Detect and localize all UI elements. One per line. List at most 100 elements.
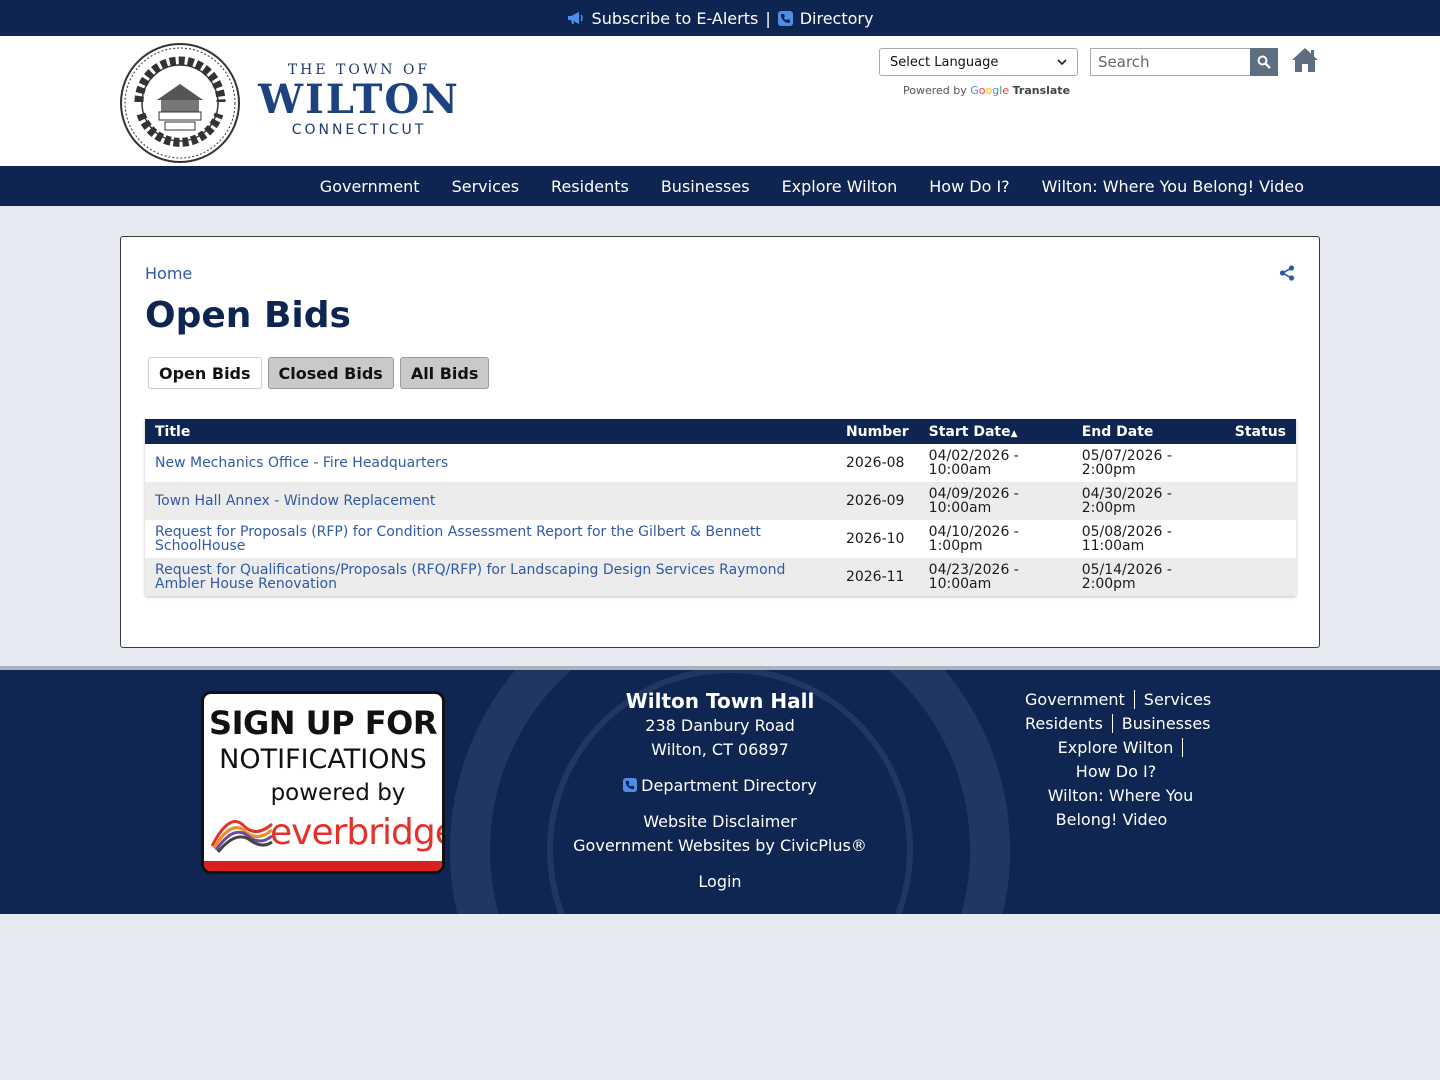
nav-residents[interactable]: Residents bbox=[535, 177, 645, 196]
footer-contact: Wilton Town Hall 238 Danbury Road Wilton… bbox=[560, 688, 880, 894]
footer-link-services[interactable]: Services bbox=[1135, 690, 1220, 709]
badge-line-2: NOTIFICATIONS bbox=[219, 744, 427, 775]
tab-closed-bids[interactable]: Closed Bids bbox=[267, 357, 394, 389]
footer-quick-links: Government Services Residents Businesses E… bbox=[1016, 688, 1216, 832]
bid-number: 2026-11 bbox=[845, 569, 905, 585]
col-number-header[interactable]: Number bbox=[836, 419, 919, 444]
bid-end-date: 05/08/2026 - 11:00am bbox=[1081, 524, 1172, 554]
login-link[interactable]: Login bbox=[698, 872, 741, 891]
language-select-value: Select Language bbox=[890, 54, 999, 70]
website-disclaimer-link[interactable]: Website Disclaimer bbox=[643, 812, 796, 831]
translate-label: Translate bbox=[1012, 84, 1071, 97]
site-footer: SIGN UP FOR NOTIFICATIONS powered by eve… bbox=[0, 670, 1440, 914]
nav-where-you-belong-video[interactable]: Wilton: Where You Belong! Video bbox=[1026, 177, 1320, 196]
town-seal-logo[interactable] bbox=[119, 42, 241, 164]
search-icon bbox=[1257, 55, 1271, 69]
badge-line-1: SIGN UP FOR bbox=[209, 704, 437, 742]
everbridge-wordmark: everbridge bbox=[270, 812, 445, 853]
search-button[interactable] bbox=[1250, 48, 1278, 76]
bid-number: 2026-08 bbox=[845, 455, 905, 471]
bid-end-date: 05/07/2026 - 2:00pm bbox=[1081, 448, 1172, 478]
table-row: Town Hall Annex - Window Replacement 202… bbox=[145, 482, 1296, 520]
civicplus-link[interactable]: Government Websites by CivicPlus® bbox=[573, 836, 867, 855]
bid-status bbox=[1225, 520, 1296, 558]
site-header: THE TOWN OF WILTON CONNECTICUT Select La… bbox=[0, 36, 1440, 166]
search-input[interactable]: Search bbox=[1090, 48, 1250, 76]
megaphone-icon bbox=[567, 12, 583, 24]
powered-by-label: Powered by bbox=[903, 84, 967, 97]
wordmark-main: WILTON bbox=[258, 76, 460, 123]
col-start-date-header[interactable]: Start Date▲ bbox=[919, 419, 1072, 444]
start-date-label: Start Date bbox=[928, 423, 1011, 440]
content-panel: Home Open Bids Open Bids Closed Bids All… bbox=[120, 236, 1320, 648]
footer-link-how-do-i[interactable]: How Do I? bbox=[1067, 762, 1165, 781]
bid-start-date: 04/23/2026 - 10:00am bbox=[928, 562, 1019, 592]
bid-start-date: 04/02/2026 - 10:00am bbox=[928, 448, 1019, 478]
bid-end-date: 05/14/2026 - 2:00pm bbox=[1081, 562, 1172, 592]
bid-number: 2026-09 bbox=[845, 493, 905, 509]
bid-title-link[interactable]: Request for Qualifications/Proposals (RF… bbox=[155, 562, 785, 592]
department-directory-link[interactable]: Department Directory bbox=[623, 776, 817, 795]
department-directory-label: Department Directory bbox=[641, 776, 817, 795]
nav-businesses[interactable]: Businesses bbox=[645, 177, 766, 196]
nav-government[interactable]: Government bbox=[304, 177, 436, 196]
bid-status bbox=[1225, 444, 1296, 482]
everbridge-swoosh-icon bbox=[210, 820, 273, 853]
badge-line-3: powered by bbox=[270, 780, 406, 806]
bid-number: 2026-10 bbox=[845, 531, 905, 547]
address-line-1: 238 Danbury Road bbox=[645, 716, 795, 735]
footer-link-government[interactable]: Government bbox=[1016, 690, 1135, 709]
footer-link-businesses[interactable]: Businesses bbox=[1113, 714, 1220, 733]
table-header-row: Title Number Start Date▲ End Date Status bbox=[145, 419, 1296, 444]
address-line-2: Wilton, CT 06897 bbox=[651, 740, 789, 759]
bids-table: Title Number Start Date▲ End Date Status… bbox=[145, 419, 1296, 596]
chevron-down-icon bbox=[1057, 59, 1067, 65]
directory-label: Directory bbox=[799, 8, 874, 28]
search-placeholder: Search bbox=[1098, 53, 1150, 71]
sort-ascending-icon: ▲ bbox=[1010, 428, 1018, 439]
town-wordmark[interactable]: THE TOWN OF WILTON CONNECTICUT bbox=[248, 62, 470, 138]
phone-icon bbox=[777, 10, 793, 26]
nav-how-do-i[interactable]: How Do I? bbox=[913, 177, 1025, 196]
nav-services[interactable]: Services bbox=[436, 177, 535, 196]
bid-title-link[interactable]: Town Hall Annex - Window Replacement bbox=[155, 493, 435, 509]
subscribe-alerts-label: Subscribe to E-Alerts bbox=[591, 8, 759, 28]
subscribe-alerts-link[interactable]: Subscribe to E-Alerts bbox=[567, 8, 759, 28]
home-icon[interactable] bbox=[1290, 46, 1320, 74]
bid-status bbox=[1225, 558, 1296, 596]
bid-title-link[interactable]: New Mechanics Office - Fire Headquarters bbox=[155, 455, 448, 471]
main-navigation: Government Services Residents Businesses… bbox=[0, 166, 1440, 206]
top-utility-bar: Subscribe to E-Alerts | Directory bbox=[0, 0, 1440, 36]
footer-link-explore-wilton[interactable]: Explore Wilton bbox=[1048, 738, 1184, 757]
page-title: Open Bids bbox=[145, 295, 351, 336]
everbridge-signup-badge[interactable]: SIGN UP FOR NOTIFICATIONS powered by eve… bbox=[201, 691, 445, 874]
topbar-separator: | bbox=[765, 8, 771, 28]
col-status-header[interactable]: Status bbox=[1225, 419, 1296, 444]
language-select[interactable]: Select Language bbox=[879, 48, 1078, 76]
table-row: Request for Proposals (RFP) for Conditio… bbox=[145, 520, 1296, 558]
bid-start-date: 04/10/2026 - 1:00pm bbox=[928, 524, 1019, 554]
bid-filter-tabs: Open Bids Closed Bids All Bids bbox=[148, 357, 490, 389]
col-title-header[interactable]: Title bbox=[145, 419, 836, 444]
table-row: New Mechanics Office - Fire Headquarters… bbox=[145, 444, 1296, 482]
tab-all-bids[interactable]: All Bids bbox=[399, 357, 490, 389]
bid-end-date: 04/30/2026 - 2:00pm bbox=[1081, 486, 1172, 516]
table-row: Request for Qualifications/Proposals (RF… bbox=[145, 558, 1296, 596]
footer-link-where-you-belong-video[interactable]: Wilton: Where You Belong! Video bbox=[1039, 786, 1194, 829]
powered-by-google-translate: Powered by Google Translate bbox=[903, 84, 1070, 97]
tab-open-bids[interactable]: Open Bids bbox=[148, 357, 262, 389]
footer-link-residents[interactable]: Residents bbox=[1016, 714, 1113, 733]
breadcrumb-home[interactable]: Home bbox=[145, 264, 192, 283]
google-logo[interactable]: Google bbox=[970, 84, 1009, 97]
share-icon[interactable] bbox=[1279, 265, 1295, 281]
bid-title-link[interactable]: Request for Proposals (RFP) for Conditio… bbox=[155, 524, 761, 554]
col-end-date-header[interactable]: End Date bbox=[1072, 419, 1225, 444]
badge-red-bar bbox=[204, 861, 442, 871]
nav-explore-wilton[interactable]: Explore Wilton bbox=[766, 177, 914, 196]
phone-icon bbox=[623, 778, 638, 792]
bid-start-date: 04/09/2026 - 10:00am bbox=[928, 486, 1019, 516]
bid-status bbox=[1225, 482, 1296, 520]
wordmark-bottom: CONNECTICUT bbox=[291, 122, 427, 138]
directory-link[interactable]: Directory bbox=[777, 8, 874, 28]
town-hall-name: Wilton Town Hall bbox=[625, 689, 815, 713]
